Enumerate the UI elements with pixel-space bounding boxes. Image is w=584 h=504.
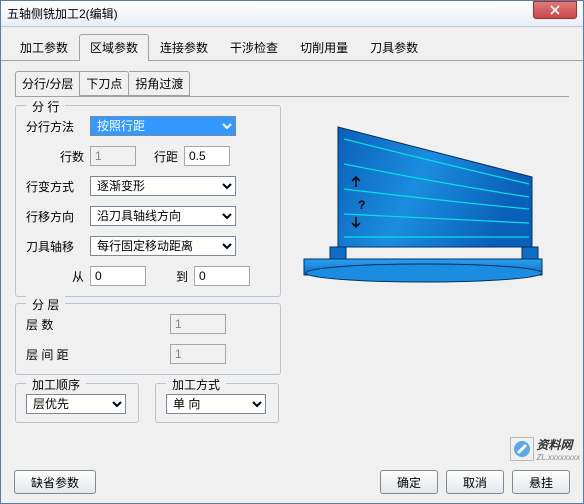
tab-tool-params[interactable]: 刀具参数: [359, 34, 429, 61]
row-axisshift-label: 刀具轴移: [26, 238, 84, 255]
row-deform-label: 行变方式: [26, 178, 84, 195]
svg-text:?: ?: [358, 198, 365, 212]
watermark-logo-icon: [510, 437, 534, 461]
row-from-input[interactable]: [90, 266, 146, 286]
subtab-rows-layers[interactable]: 分行/分层: [15, 71, 80, 96]
footer: 缺省参数 确定 取消 悬挂: [14, 470, 570, 494]
rows-legend: 分 行: [26, 98, 65, 115]
layers-legend: 分 层: [26, 296, 65, 313]
layer-gap-input[interactable]: [170, 344, 226, 364]
tab-machining-params[interactable]: 加工参数: [9, 34, 79, 61]
row-movedir-select[interactable]: 沿刀具轴线方向: [90, 206, 236, 226]
row-count-input[interactable]: [90, 146, 136, 166]
row-movedir-label: 行移方向: [26, 208, 84, 225]
watermark: 资料网 ZL.xxxxxxxx: [510, 436, 580, 462]
tab-link-params[interactable]: 连接参数: [149, 34, 219, 61]
dialog-window: 五轴侧铣加工2(编辑) 加工参数 区域参数 连接参数 干涉检查 切削用量 刀具参…: [0, 0, 584, 504]
row-count-label: 行数: [26, 148, 84, 165]
preview-svg: ?: [294, 109, 554, 329]
window-title: 五轴侧铣加工2(编辑): [7, 5, 533, 22]
cancel-button[interactable]: 取消: [446, 470, 504, 494]
layer-count-input[interactable]: [170, 314, 226, 334]
defaults-button[interactable]: 缺省参数: [14, 470, 96, 494]
row-from-label: 从: [26, 268, 84, 285]
close-button[interactable]: [533, 1, 577, 19]
tab-region-params[interactable]: 区域参数: [79, 34, 149, 61]
layer-gap-label: 层 间 距: [26, 346, 84, 363]
main-tabs: 加工参数 区域参数 连接参数 干涉检查 切削用量 刀具参数: [1, 27, 583, 61]
mode-select[interactable]: 单 向: [166, 394, 266, 414]
order-select[interactable]: 层优先: [26, 394, 126, 414]
subtab-plunge-point[interactable]: 下刀点: [80, 71, 129, 96]
ok-button[interactable]: 确定: [380, 470, 438, 494]
row-deform-select[interactable]: 逐渐变形: [90, 176, 236, 196]
order-legend: 加工顺序: [26, 376, 86, 393]
mode-group: 加工方式 单 向: [155, 383, 279, 423]
row-to-label: 到: [152, 268, 188, 285]
row-to-input[interactable]: [194, 266, 250, 286]
rows-group: 分 行 分行方法 按照行距 行数 行距 行变方式 逐渐变形: [15, 105, 281, 297]
row-pitch-label: 行距: [142, 148, 178, 165]
row-pitch-input[interactable]: [184, 146, 230, 166]
watermark-sub: ZL.xxxxxxxx: [536, 453, 580, 462]
content-area: 分行/分层 下刀点 拐角过渡 分 行 分行方法 按照行距 行数 行距: [1, 61, 583, 439]
layers-group: 分 层 层 数 层 间 距: [15, 303, 281, 375]
preview-image: ?: [291, 105, 557, 333]
tab-interference[interactable]: 干涉检查: [219, 34, 289, 61]
row-method-label: 分行方法: [26, 118, 84, 135]
suspend-button[interactable]: 悬挂: [512, 470, 570, 494]
sub-tabs: 分行/分层 下刀点 拐角过渡: [15, 71, 569, 97]
titlebar: 五轴侧铣加工2(编辑): [1, 1, 583, 27]
mode-legend: 加工方式: [166, 376, 226, 393]
row-method-select[interactable]: 按照行距: [90, 116, 236, 136]
close-icon: [550, 5, 560, 15]
row-axisshift-select[interactable]: 每行固定移动距离: [90, 236, 236, 256]
subtab-corner-transition[interactable]: 拐角过渡: [129, 71, 190, 96]
tab-cutting[interactable]: 切削用量: [289, 34, 359, 61]
watermark-text: 资料网: [536, 436, 580, 453]
layer-count-label: 层 数: [26, 316, 84, 333]
order-group: 加工顺序 层优先: [15, 383, 139, 423]
